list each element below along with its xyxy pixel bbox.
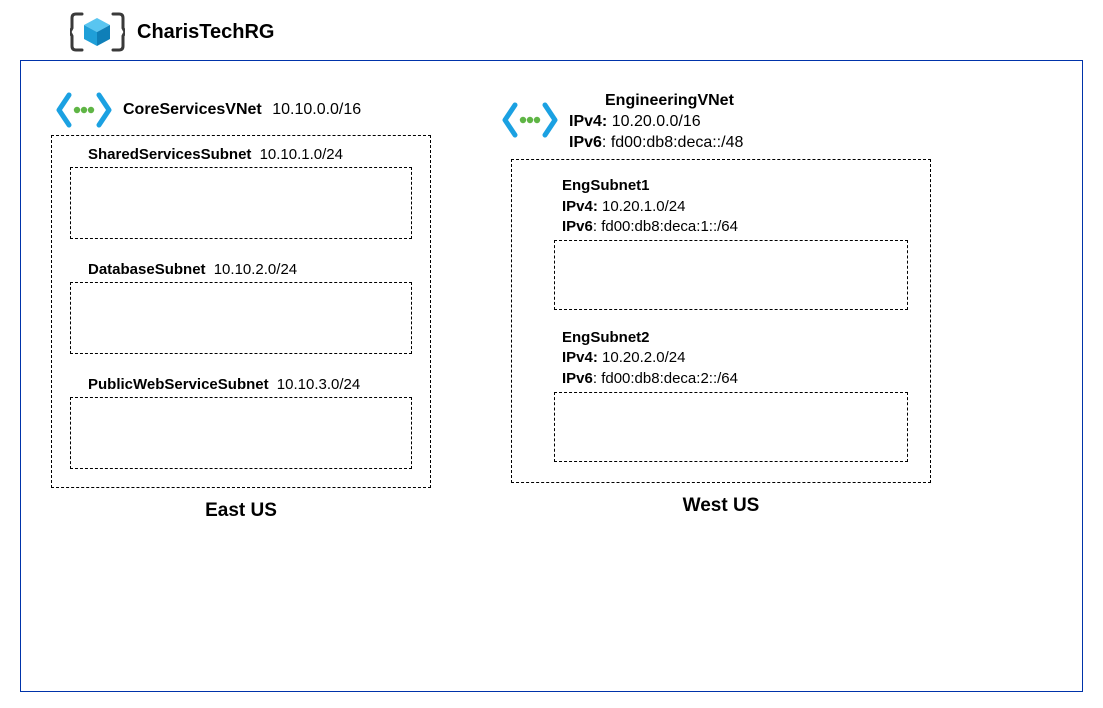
subnet-eng2-name: EngSubnet2 xyxy=(562,328,908,348)
resource-group-name: CharisTechRG xyxy=(137,21,274,44)
subnet-eng1: EngSubnet1 IPv4: 10.20.1.0/24 IPv6: fd00… xyxy=(534,176,908,310)
subnet-shared-label: SharedServicesSubnet 10.10.1.0/24 xyxy=(70,146,412,167)
subnet-eng1-name: EngSubnet1 xyxy=(562,176,908,196)
vnet-icon xyxy=(501,101,559,139)
vnet-icon xyxy=(55,91,113,129)
subnet-web: PublicWebServiceSubnet 10.10.3.0/24 xyxy=(70,376,412,469)
subnet-web-name: PublicWebServiceSubnet xyxy=(88,376,269,393)
vnet-eng-column: EngineeringVNet IPv4: 10.20.0.0/16 IPv6:… xyxy=(511,91,931,517)
vnet-eng-name: EngineeringVNet xyxy=(569,91,743,112)
subnet-db-cidr: 10.10.2.0/24 xyxy=(214,261,297,278)
subnet-db-label: DatabaseSubnet 10.10.2.0/24 xyxy=(70,261,412,282)
vnet-eng-ipv4-label: IPv4: xyxy=(569,113,607,130)
subnet-eng2-box xyxy=(554,392,908,462)
subnet-eng1-box xyxy=(554,240,908,310)
subnet-shared: SharedServicesSubnet 10.10.1.0/24 xyxy=(70,146,412,239)
subnet-db: DatabaseSubnet 10.10.2.0/24 xyxy=(70,261,412,354)
vnet-eng-box: EngSubnet1 IPv4: 10.20.1.0/24 IPv6: fd00… xyxy=(511,159,931,483)
diagram-canvas: CharisTechRG CoreServicesVNet 10.10.0.0/… xyxy=(0,0,1103,708)
vnet-core-box: SharedServicesSubnet 10.10.1.0/24 Databa… xyxy=(51,135,431,488)
vnet-eng-ipv4: 10.20.0.0/16 xyxy=(612,113,701,130)
vnet-core-title-line: CoreServicesVNet 10.10.0.0/16 xyxy=(123,101,361,119)
vnet-core-column: CoreServicesVNet 10.10.0.0/16 SharedServ… xyxy=(51,91,431,522)
vnet-core-header: CoreServicesVNet 10.10.0.0/16 xyxy=(55,91,361,129)
resource-group-header: CharisTechRG xyxy=(20,10,1083,54)
vnet-eng-header: EngineeringVNet IPv4: 10.20.0.0/16 IPv6:… xyxy=(501,91,743,153)
subnet-shared-box xyxy=(70,167,412,239)
subnet-eng2-ipv6: : fd00:db8:deca:2::/64 xyxy=(593,370,738,387)
region-eng: West US xyxy=(683,495,760,517)
subnet-web-box xyxy=(70,397,412,469)
subnet-web-cidr: 10.10.3.0/24 xyxy=(277,376,360,393)
subnet-eng2-ipv6-label: IPv6 xyxy=(562,370,593,387)
subnet-eng1-ipv4-label: IPv4: xyxy=(562,198,598,215)
subnet-db-box xyxy=(70,282,412,354)
subnet-eng2: EngSubnet2 IPv4: 10.20.2.0/24 IPv6: fd00… xyxy=(534,328,908,462)
vnet-core-cidr: 10.10.0.0/16 xyxy=(272,101,361,118)
resource-group-box: CoreServicesVNet 10.10.0.0/16 SharedServ… xyxy=(20,60,1083,692)
subnet-shared-name: SharedServicesSubnet xyxy=(88,146,251,163)
subnet-eng2-ipv4-label: IPv4: xyxy=(562,349,598,366)
subnet-db-name: DatabaseSubnet xyxy=(88,261,206,278)
subnet-eng1-ipv6-label: IPv6 xyxy=(562,218,593,235)
vnet-eng-info: EngineeringVNet IPv4: 10.20.0.0/16 IPv6:… xyxy=(569,91,743,153)
subnet-eng2-ipv4: 10.20.2.0/24 xyxy=(602,349,685,366)
subnet-eng1-ipv4: 10.20.1.0/24 xyxy=(602,198,685,215)
subnet-eng1-ipv6: : fd00:db8:deca:1::/64 xyxy=(593,218,738,235)
subnet-eng1-label: EngSubnet1 IPv4: 10.20.1.0/24 IPv6: fd00… xyxy=(534,176,908,240)
vnet-core-name: CoreServicesVNet xyxy=(123,101,262,118)
subnet-eng2-label: EngSubnet2 IPv4: 10.20.2.0/24 IPv6: fd00… xyxy=(534,328,908,392)
vnet-eng-ipv6: : fd00:db8:deca::/48 xyxy=(602,134,743,151)
subnet-web-label: PublicWebServiceSubnet 10.10.3.0/24 xyxy=(70,376,412,397)
subnet-shared-cidr: 10.10.1.0/24 xyxy=(260,146,343,163)
resource-group-icon xyxy=(70,10,125,54)
vnet-eng-ipv6-label: IPv6 xyxy=(569,134,602,151)
region-core: East US xyxy=(205,500,277,522)
